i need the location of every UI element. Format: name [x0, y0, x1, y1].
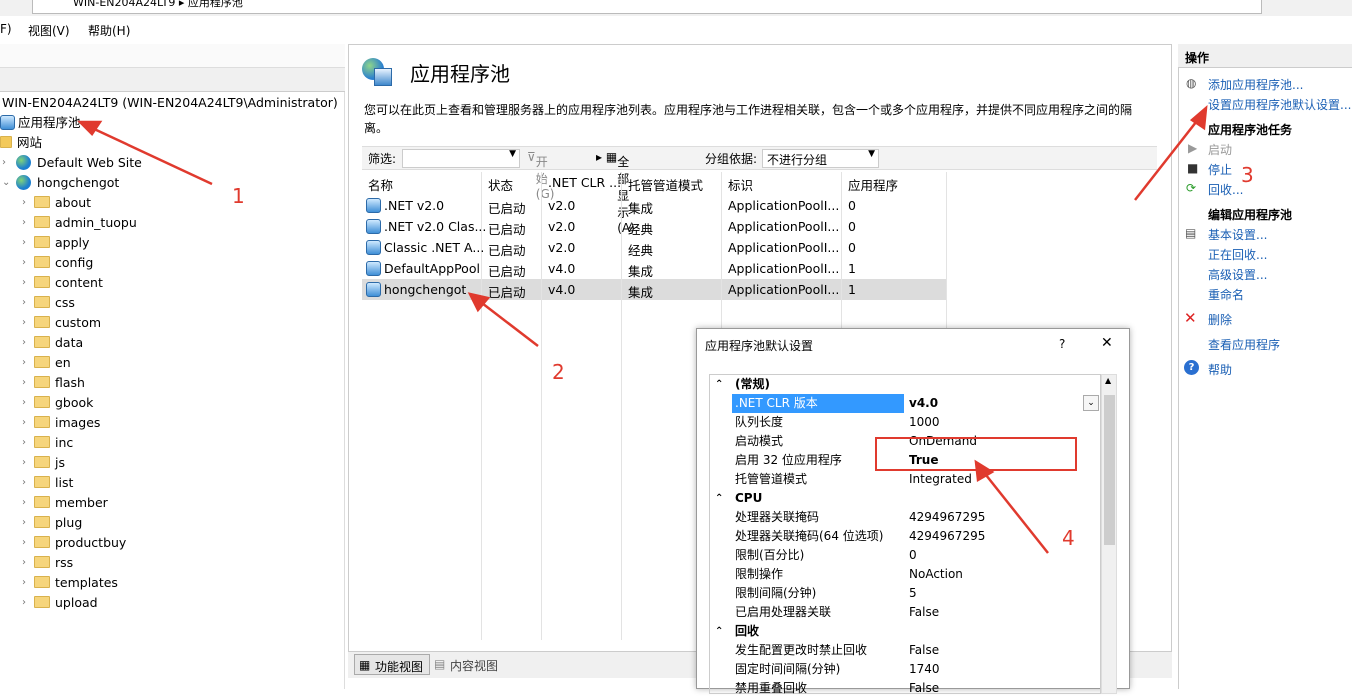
- annotation-label-2: 2: [552, 360, 565, 384]
- annotation-label-3: 3: [1241, 163, 1254, 187]
- annotation-arrowhead-2: [467, 292, 491, 313]
- annotation-arrowhead-1: [76, 120, 103, 136]
- annotation-label-4: 4: [1062, 526, 1075, 550]
- annotation-label-1: 1: [232, 184, 245, 208]
- annotation-arrow-4: [981, 469, 1049, 554]
- annotation-arrow-3: [1134, 116, 1201, 201]
- annotation-arrow-1: [91, 126, 213, 186]
- annotation-overlay: [76, 105, 1208, 554]
- annotation-arrow-2: [477, 299, 539, 347]
